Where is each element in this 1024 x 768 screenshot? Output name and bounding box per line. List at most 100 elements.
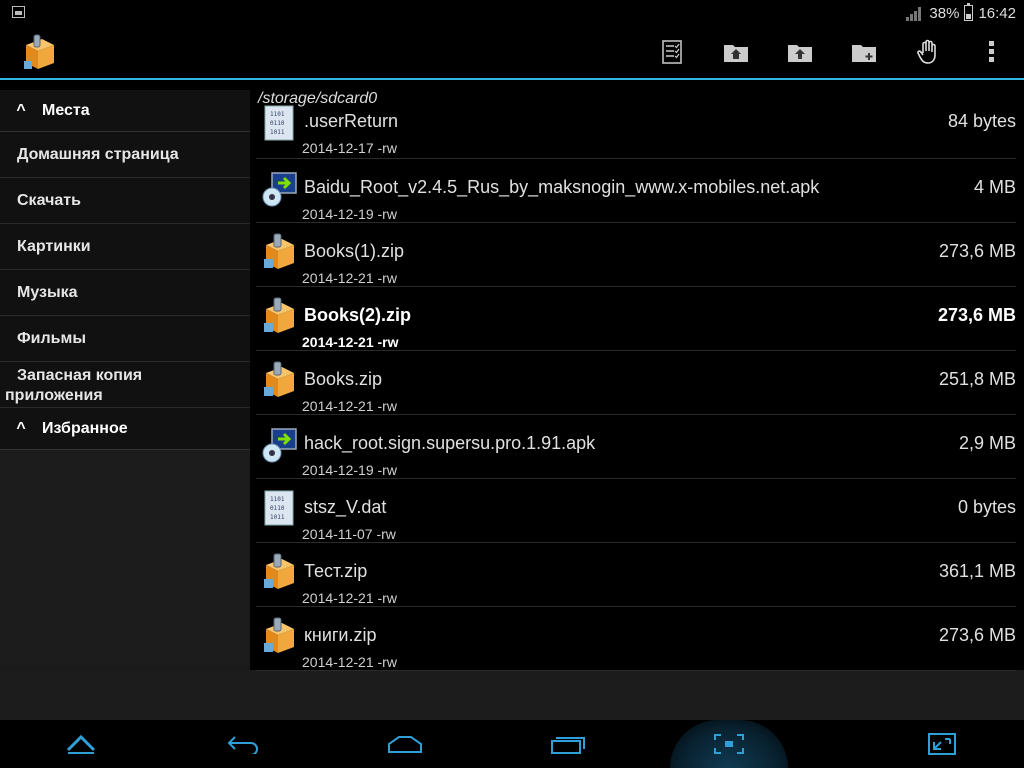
zip-archive-icon (262, 361, 298, 399)
file-name: stsz_V.dat (304, 497, 387, 517)
overflow-menu-icon (989, 40, 994, 62)
home-button[interactable] (365, 720, 445, 768)
expand-icon (928, 733, 956, 755)
sidebar-item-label: Домашняя страница (17, 145, 179, 163)
hide-bar-icon (66, 734, 96, 754)
sidebar-item-label: Картинки (17, 237, 91, 255)
zip-archive-icon (262, 553, 298, 591)
file-date-permissions: 2014-11-07 -rw (302, 526, 396, 542)
apk-install-icon (262, 169, 298, 207)
overflow-menu-button[interactable] (960, 25, 1024, 78)
sidebar-item-music[interactable]: Музыка (0, 270, 250, 316)
sidebar-empty-area (0, 450, 250, 666)
file-name: hack_root.sign.supersu.pro.1.91.apk (304, 433, 596, 453)
svg-text:1101: 1101 (270, 496, 285, 503)
upload-folder-button[interactable] (768, 25, 832, 78)
file-row[interactable]: 1101 0110 1011 .userReturn 2014-12-17 -rw 84 … (256, 94, 1016, 159)
file-date-permissions: 2014-12-21 -rw (302, 590, 397, 606)
select-multiple-button[interactable] (640, 25, 704, 78)
hand-icon (917, 39, 936, 64)
file-size: 84 bytes (947, 111, 1016, 131)
sidebar-item-app-backup[interactable]: Запасная копия приложения (0, 362, 250, 408)
sidebar-item-movies[interactable]: Фильмы (0, 316, 250, 362)
file-row[interactable]: Books.zip 2014-12-21 -rw 251,8 MB (256, 351, 1016, 415)
battery-percent: 38% (929, 4, 960, 22)
new-folder-icon (852, 44, 876, 62)
clock: 16:42 (978, 4, 1016, 22)
file-size: 4 MB (973, 177, 1016, 197)
zip-archive-icon (262, 617, 298, 655)
file-name: Books(2).zip (304, 305, 412, 325)
sidebar-item-label: Фильмы (17, 329, 86, 347)
sidebar-item-label-line2: приложения (5, 387, 103, 404)
file-name: Books.zip (304, 369, 383, 389)
file-row[interactable]: книги.zip 2014-12-21 -rw 273,6 MB (256, 607, 1016, 671)
file-date-permissions: 2014-12-21 -rw (302, 398, 397, 414)
select-multiple-icon (662, 39, 682, 64)
status-indicators: 38% 16:42 (906, 3, 1016, 23)
back-icon (227, 736, 258, 754)
screenshot-icon (714, 734, 744, 754)
sidebar-item-label-line1: Запасная копия (17, 367, 143, 384)
favorites-header[interactable]: ^ Избранное (0, 408, 250, 450)
file-size: 2,9 MB (958, 433, 1016, 453)
file-size: 273,6 MB (937, 305, 1016, 325)
svg-text:1011: 1011 (270, 514, 285, 521)
apk-install-icon (262, 425, 298, 463)
file-date-permissions: 2014-12-19 -rw (302, 462, 397, 478)
bottom-empty-area (0, 670, 1024, 720)
file-size: 251,8 MB (938, 369, 1016, 389)
file-name: Baidu_Root_v2.4.5_Rus_by_maksnogin_www.x… (304, 177, 820, 197)
file-row[interactable]: Тест.zip 2014-12-21 -rw 361,1 MB (256, 543, 1016, 607)
binary-file-icon: 1101 0110 1011 (262, 489, 298, 527)
places-header[interactable]: ^ Места (0, 90, 250, 132)
image-notification-icon (12, 6, 25, 18)
file-list: 1101 0110 1011 .userReturn 2014-12-17 -rw 84 … (256, 94, 1016, 671)
action-bar (0, 25, 1024, 80)
expand-button[interactable] (902, 720, 982, 768)
svg-text:1011: 1011 (270, 129, 285, 136)
file-size: 273,6 MB (938, 625, 1016, 645)
file-row[interactable]: hack_root.sign.supersu.pro.1.91.apk 2014-… (256, 415, 1016, 479)
places-header-label: Места (42, 101, 90, 119)
file-name: книги.zip (304, 625, 377, 645)
file-row[interactable]: 1101 0110 1011 stsz_V.dat 2014-11-07 -rw 0 by… (256, 479, 1016, 543)
zip-archive-icon (262, 297, 298, 335)
sidebar: ^ Места Домашняя страница Скачать Картин… (0, 90, 250, 670)
home-icon (388, 736, 422, 753)
upload-folder-icon (788, 44, 812, 62)
file-date-permissions: 2014-12-19 -rw (302, 206, 397, 222)
file-size: 273,6 MB (938, 241, 1016, 261)
sidebar-item-downloads[interactable]: Скачать (0, 178, 250, 224)
signal-icon (906, 5, 924, 21)
battery-icon (964, 3, 974, 21)
file-date-permissions: 2014-12-21 -rw (302, 654, 397, 670)
sidebar-item-label: Скачать (17, 191, 81, 209)
file-name: .userReturn (304, 111, 399, 131)
sidebar-item-label: Музыка (17, 283, 78, 301)
back-button[interactable] (203, 720, 283, 768)
home-folder-button[interactable] (704, 25, 768, 78)
file-date-permissions: 2014-12-21 -rw (302, 334, 399, 350)
file-row[interactable]: Books(1).zip 2014-12-21 -rw 273,6 MB (256, 223, 1016, 287)
svg-text:0110: 0110 (270, 505, 285, 512)
sidebar-item-pictures[interactable]: Картинки (0, 224, 250, 270)
svg-text:0110: 0110 (270, 120, 285, 127)
binary-file-icon: 1101 0110 1011 (262, 104, 298, 142)
hand-button[interactable] (896, 25, 960, 78)
file-size: 0 bytes (957, 497, 1016, 517)
sidebar-item-home[interactable]: Домашняя страница (0, 132, 250, 178)
recents-button[interactable] (528, 720, 608, 768)
collapse-caret-icon: ^ (16, 419, 26, 437)
favorites-header-label: Избранное (42, 419, 128, 437)
screenshot-button[interactable] (689, 720, 769, 768)
recents-icon (551, 737, 585, 754)
new-folder-button[interactable] (832, 25, 896, 78)
navigation-bar (0, 720, 1024, 768)
file-size: 361,1 MB (938, 561, 1016, 581)
file-row[interactable]: Baidu_Root_v2.4.5_Rus_by_maksnogin_www.x… (256, 159, 1016, 223)
file-row[interactable]: Books(2).zip 2014-12-21 -rw 273,6 MB (256, 287, 1016, 351)
hide-bar-button[interactable] (41, 720, 121, 768)
file-manager-box-icon[interactable] (20, 33, 58, 73)
collapse-caret-icon: ^ (16, 101, 26, 119)
